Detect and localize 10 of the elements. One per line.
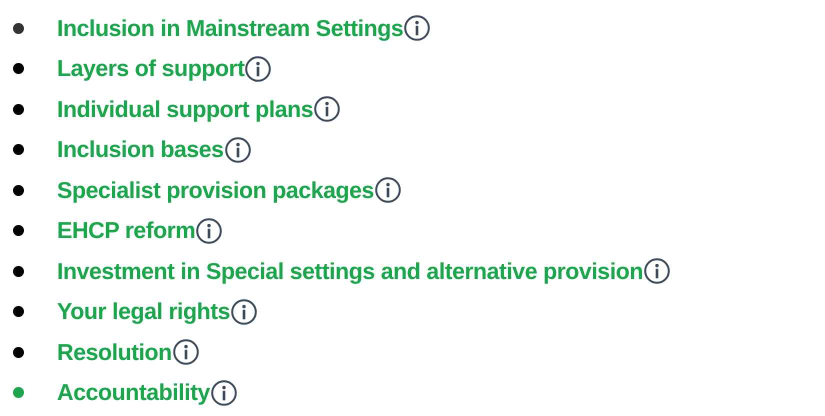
topic-link[interactable]: EHCP reform	[57, 217, 196, 244]
topic-link[interactable]: Specialist provision packages	[57, 176, 374, 204]
topic-link[interactable]: Investment in Special settings and alternative provision	[57, 258, 643, 285]
topic-link[interactable]: Individual support plans	[57, 96, 314, 123]
topic-link[interactable]: Resolution	[57, 338, 172, 366]
topic-link[interactable]: Inclusion bases	[57, 136, 224, 164]
topic-link[interactable]: Layers of support	[57, 55, 244, 82]
topic-link[interactable]: Accountability	[57, 379, 210, 406]
topic-link[interactable]: Inclusion in Mainstream Settings	[57, 14, 404, 42]
topic-link[interactable]: Your legal rights	[57, 298, 230, 326]
